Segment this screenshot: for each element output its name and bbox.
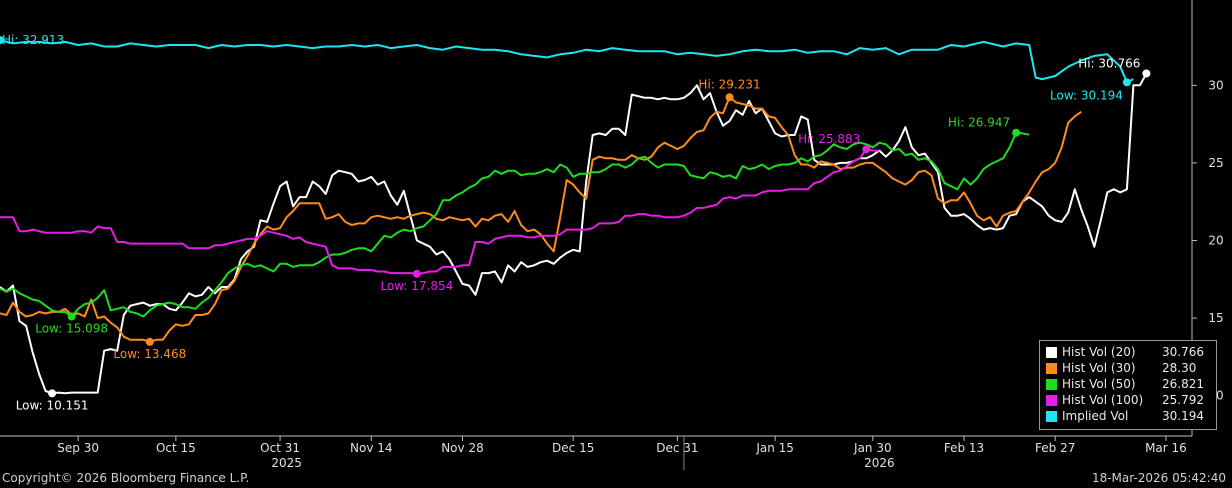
legend-value: 30.194 (1162, 409, 1204, 423)
annotation-label: Hi: 30.766 (1078, 56, 1140, 70)
legend-label: Implied Vol (1062, 409, 1129, 423)
x-tick-label: Sep 30 (57, 441, 99, 455)
y-tick-label: 15 (1208, 311, 1223, 325)
legend-label: Hist Vol (30) (1062, 361, 1136, 375)
y-tick-label: 25 (1208, 156, 1223, 170)
legend-swatch-implied-vol (1046, 410, 1057, 422)
x-tick-label: Jan 30 (853, 441, 892, 455)
timestamp-text: 18-Mar-2026 05:42:40 (1091, 471, 1226, 485)
annotation-marker (862, 145, 871, 154)
legend-item-hist-vol-100: Hist Vol (100) 25.792 (1046, 392, 1210, 408)
legend-value: 28.30 (1162, 361, 1197, 375)
x-tick-label: Dec 15 (552, 441, 594, 455)
x-tick-label: Oct 31 (260, 441, 300, 455)
legend-swatch-hist-vol-20 (1046, 346, 1057, 358)
x-tick-label: Dec 31 (656, 441, 698, 455)
x-tick-label: Oct 15 (156, 441, 196, 455)
annotation-marker (67, 312, 76, 321)
legend-swatch-hist-vol-50 (1046, 378, 1057, 390)
copyright-text: Copyright© 2026 Bloomberg Finance L.P. (2, 471, 250, 485)
legend-item-hist-vol-20: Hist Vol (20) 30.766 (1046, 344, 1210, 360)
annotation-label: Low: 10.151 (16, 398, 89, 412)
y-tick-label: 30 (1208, 78, 1223, 92)
legend-value: 30.766 (1162, 345, 1204, 359)
annotation-marker (1012, 128, 1021, 137)
annotation-marker (48, 389, 57, 398)
annotation-marker (725, 93, 734, 102)
annotation-marker (1122, 78, 1131, 87)
annotation-label: Low: 15.098 (35, 322, 108, 336)
x-tick-label: Nov 28 (441, 441, 484, 455)
annotation-label: Hi: 32.913 (2, 33, 64, 47)
legend-swatch-hist-vol-100 (1046, 394, 1057, 406)
legend-value: 26.821 (1162, 377, 1204, 391)
x-tick-label: Jan 15 (755, 441, 794, 455)
legend-label: Hist Vol (100) (1062, 393, 1144, 407)
annotation-label: Low: 30.194 (1050, 88, 1123, 102)
legend-item-hist-vol-50: Hist Vol (50) 26.821 (1046, 376, 1210, 392)
x-tick-label: Feb 27 (1035, 441, 1075, 455)
annotation-label: Hi: 29.231 (698, 77, 760, 91)
legend-swatch-hist-vol-30 (1046, 362, 1057, 374)
annotation-marker (1142, 69, 1151, 78)
annotation-marker (145, 337, 154, 346)
year-label: 2026 (864, 456, 895, 470)
legend-label: Hist Vol (20) (1062, 345, 1136, 359)
annotation-label: Hi: 26.947 (948, 116, 1010, 130)
y-tick-label: 20 (1208, 233, 1223, 247)
x-tick-label: Nov 14 (350, 441, 393, 455)
annotation-label: Hi: 25.883 (798, 132, 860, 146)
x-tick-label: Mar 16 (1145, 441, 1187, 455)
annotation-label: Low: 17.854 (380, 279, 453, 293)
x-tick-label: Feb 13 (944, 441, 984, 455)
legend-label: Hist Vol (50) (1062, 377, 1136, 391)
year-label: 2025 (271, 456, 302, 470)
legend-item-hist-vol-30: Hist Vol (30) 28.30 (1046, 360, 1210, 376)
legend-item-implied-vol: Implied Vol 30.194 (1046, 408, 1210, 424)
annotation-marker (412, 269, 421, 278)
annotation-label: Low: 13.468 (113, 347, 186, 361)
chart-legend: Hist Vol (20) 30.766 Hist Vol (30) 28.30… (1039, 340, 1217, 430)
legend-value: 25.792 (1162, 393, 1204, 407)
